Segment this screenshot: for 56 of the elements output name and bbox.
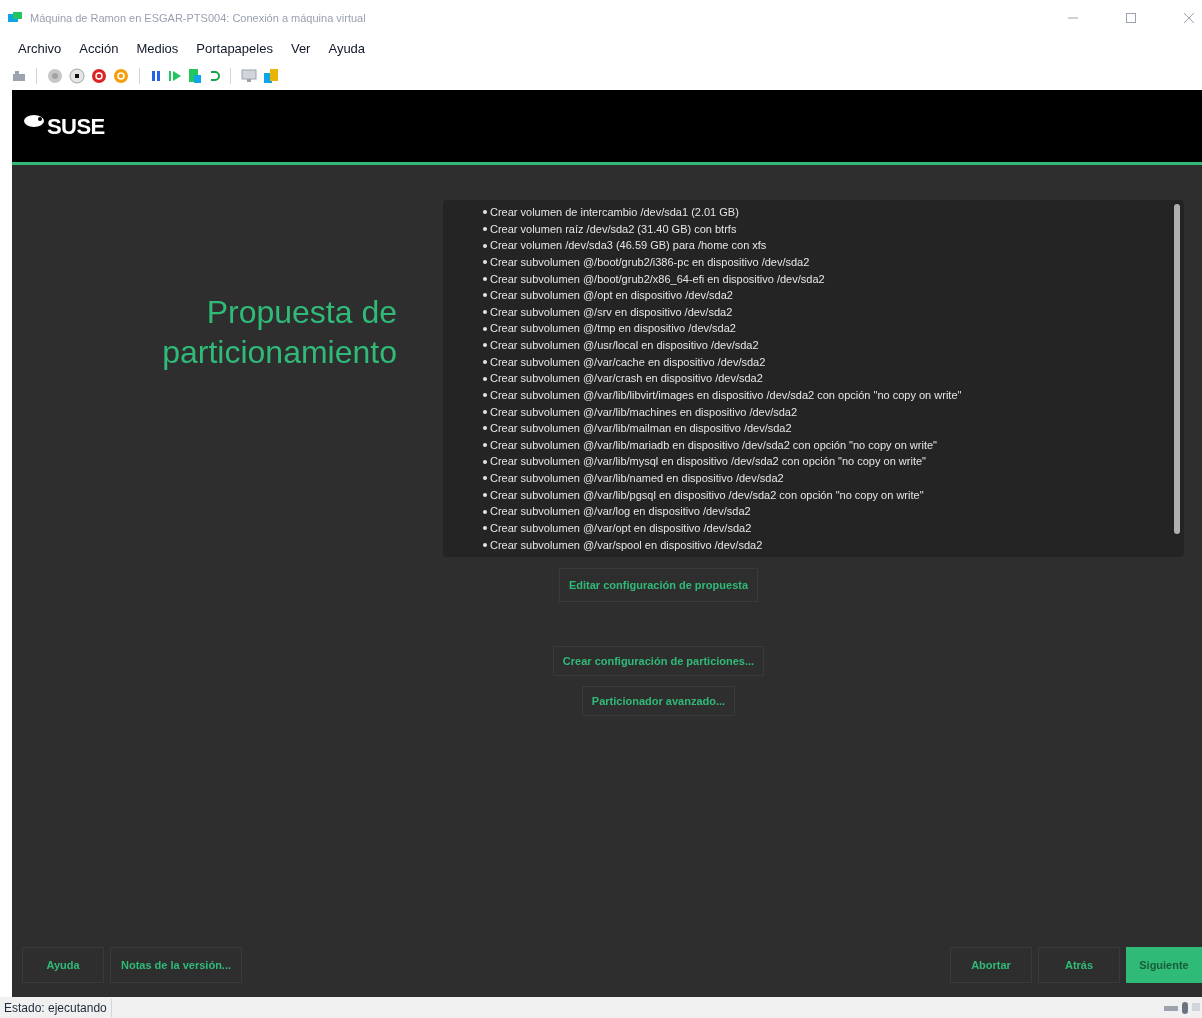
proposal-item: Crear subvolumen @/var/cache en dispositivo /dev/sda2 xyxy=(490,354,766,370)
pause-icon[interactable] xyxy=(150,70,162,82)
proposal-item: Crear subvolumen @/var/lib/named en dispositivo /dev/sda2 xyxy=(490,471,784,487)
expert-partitioner-button[interactable]: Particionador avanzado... xyxy=(581,686,736,716)
keyboard-icon[interactable] xyxy=(12,70,26,82)
tray-icons xyxy=(1162,1000,1202,1015)
maximize-icon[interactable] xyxy=(1126,13,1136,23)
edit-proposal-button[interactable]: Editar configuración de propuesta xyxy=(558,568,759,602)
close-icon[interactable] xyxy=(1184,13,1194,23)
create-partitions-button[interactable]: Crear configuración de particiones... xyxy=(552,646,765,676)
app-icon xyxy=(8,12,22,24)
proposal-item: Crear subvolumen @/srv en dispositivo /dev/sda2 xyxy=(490,304,733,320)
proposal-item: Crear volumen raíz /dev/sda2 (31.40 GB) con btrfs xyxy=(490,221,737,237)
menu-item[interactable]: Ver xyxy=(290,39,311,59)
proposal-item: Crear subvolumen @/var/lib/mysql en dispositivo /dev/sda2 con opción "no copy on write" xyxy=(490,454,926,470)
share-icon[interactable] xyxy=(263,68,279,84)
proposal-item: Crear subvolumen @/var/log en dispositivo /dev/sda2 xyxy=(490,504,751,520)
wizard-button[interactable]: Atrás xyxy=(1038,947,1120,983)
status-text: Estado: ejecutando xyxy=(0,998,112,1017)
monitor-icon[interactable] xyxy=(241,69,257,83)
page-heading: Propuesta de particionamiento xyxy=(161,293,397,372)
proposal-item: Crear volumen de intercambio /dev/sda1 (2.01 GB) xyxy=(490,205,739,221)
wizard-button[interactable]: Abortar xyxy=(950,947,1032,983)
chameleon-icon xyxy=(24,112,46,127)
proposal-item: Crear subvolumen @/var/lib/pgsql en dispositivo /dev/sda2 con opción "no copy on write" xyxy=(490,487,924,503)
menu-item[interactable]: Ayuda xyxy=(328,39,366,59)
power-icon[interactable] xyxy=(113,68,129,84)
help-button[interactable]: Ayuda xyxy=(22,947,104,983)
undo-icon[interactable] xyxy=(208,69,220,83)
proposal-item: Crear subvolumen @/var/spool en dispositivo /dev/sda2 xyxy=(490,537,763,553)
menu-item[interactable]: Archivo xyxy=(18,39,62,59)
proposal-item: Crear subvolumen @/var/lib/libvirt/images en dispositivo /dev/sda2 con opción "no copy on write" xyxy=(490,387,962,403)
scrollbar[interactable] xyxy=(1174,204,1180,534)
proposal-item: Crear subvolumen @/boot/grub2/x86_64-efi en dispositivo /dev/sda2 xyxy=(490,271,825,287)
proposal-item: Crear volumen /dev/sda3 (46.59 GB) para /home con xfs xyxy=(490,238,767,254)
menu-item[interactable]: Acción xyxy=(79,39,119,59)
proposal-item: Crear subvolumen @/var/lib/machines en dispositivo /dev/sda2 xyxy=(490,404,798,420)
stop-icon[interactable] xyxy=(69,68,85,84)
proposal-item: Crear subvolumen @/opt en dispositivo /dev/sda2 xyxy=(490,288,733,304)
power-icon[interactable] xyxy=(91,68,107,84)
wizard-button[interactable]: Siguiente xyxy=(1126,947,1202,983)
play-icon[interactable] xyxy=(168,70,182,82)
document-icon[interactable] xyxy=(188,68,202,84)
suse-logo: SUSE xyxy=(47,112,105,141)
menu-item[interactable]: Medios xyxy=(136,39,179,59)
proposal-item: Crear subvolumen @/var/lib/mailman en dispositivo /dev/sda2 xyxy=(490,421,792,437)
release-notes-button[interactable]: Notas de la versión... xyxy=(110,947,243,983)
proposal-item: Crear subvolumen @/var/opt en dispositivo /dev/sda2 xyxy=(490,520,752,536)
proposal-item: Crear subvolumen @/boot/grub2/i386-pc en dispositivo /dev/sda2 xyxy=(490,254,810,270)
window-title: Máquina de Ramon en ESGAR-PTS004: Conexión a máquina virtual xyxy=(30,10,366,26)
menu-item[interactable]: Portapapeles xyxy=(196,39,273,59)
circle-icon[interactable] xyxy=(47,68,63,84)
proposal-item: Crear subvolumen @/usr/local en dispositivo /dev/sda2 xyxy=(490,338,759,354)
proposal-item: Crear subvolumen @/var/crash en dispositivo /dev/sda2 xyxy=(490,371,763,387)
proposal-item: Crear subvolumen @/var/lib/mariadb en dispositivo /dev/sda2 con opción "no copy on write" xyxy=(490,437,937,453)
proposal-item: Crear subvolumen @/tmp en dispositivo /dev/sda2 xyxy=(490,321,736,337)
